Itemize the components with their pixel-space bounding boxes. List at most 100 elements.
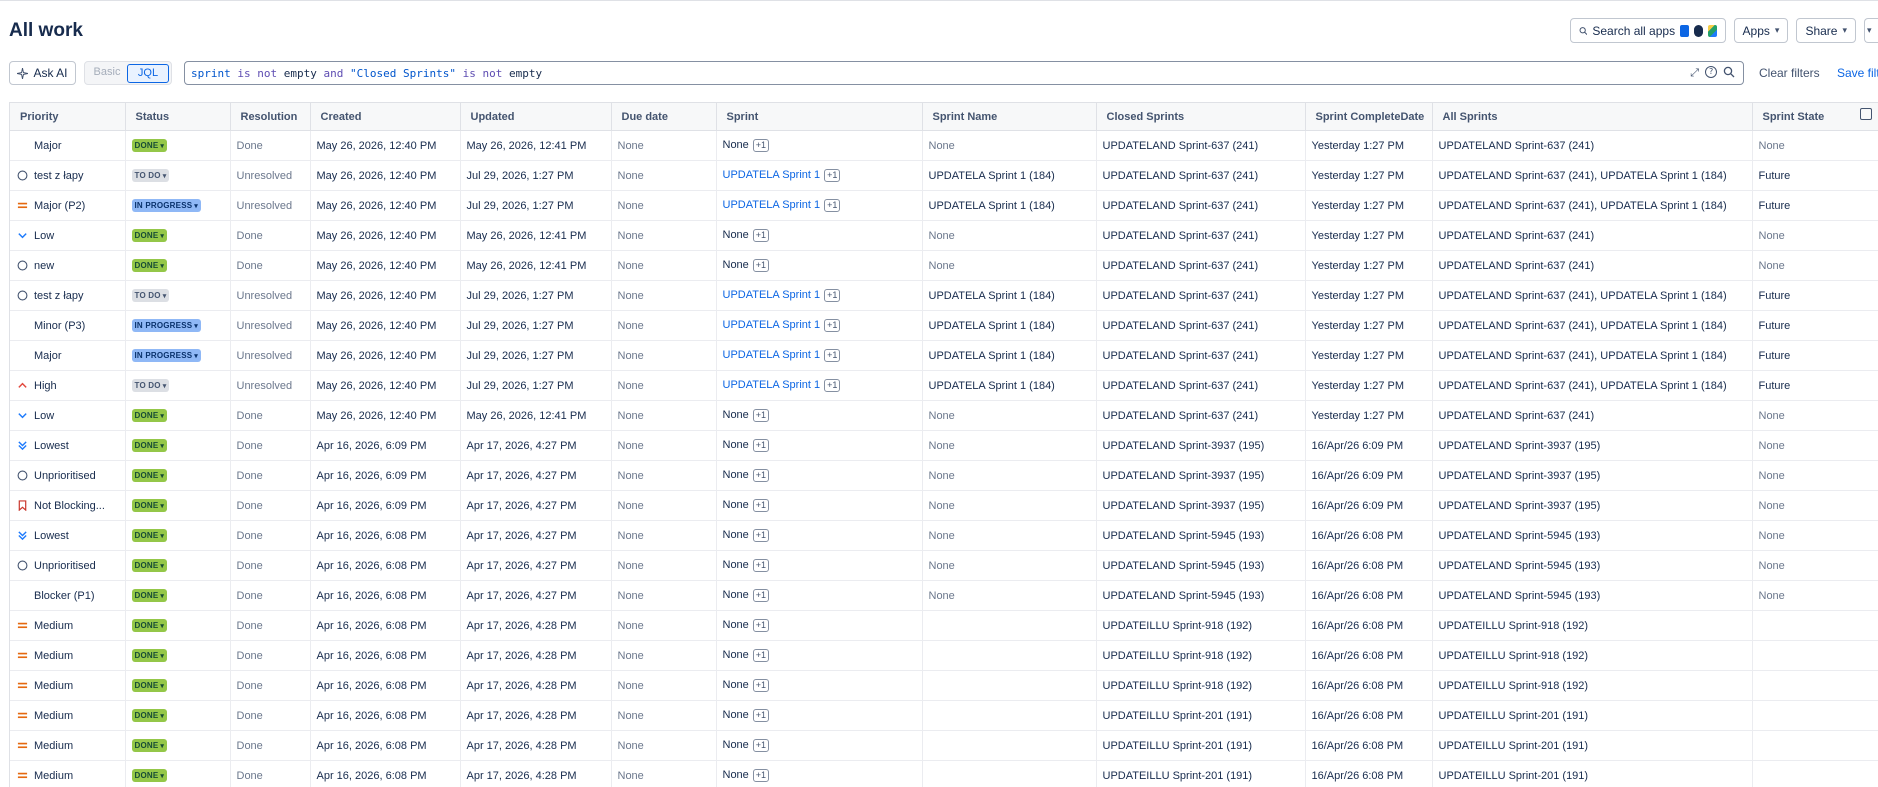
column-header[interactable]: Created: [310, 102, 461, 131]
sprint-more-badge[interactable]: +1: [752, 229, 770, 242]
table-row[interactable]: Not Blocking... DONE ▾ Done Apr 16, 2026, 6:…: [10, 490, 1878, 521]
sprint-more-badge[interactable]: +1: [752, 709, 770, 722]
status-lozenge[interactable]: IN PROGRESS ▾: [131, 199, 201, 212]
status-lozenge[interactable]: DONE ▾: [131, 469, 168, 482]
column-header[interactable]: Status: [125, 102, 231, 131]
search-icon[interactable]: [1723, 66, 1735, 78]
sprint-more-badge[interactable]: +1: [752, 139, 770, 152]
sprint-state-cell: Future: [1752, 370, 1878, 401]
sprint-value[interactable]: UPDATELA Sprint 1: [723, 169, 821, 181]
column-header[interactable]: Sprint CompleteDate: [1305, 102, 1433, 131]
table-row[interactable]: Low DONE ▾ Done May 26, 2026, 12:40 PM May 26…: [10, 220, 1878, 251]
sprint-more-badge[interactable]: +1: [752, 619, 770, 632]
status-lozenge[interactable]: TO DO ▾: [131, 289, 170, 302]
apps-button[interactable]: Apps ▾: [1733, 18, 1789, 43]
sprint-more-badge[interactable]: +1: [752, 259, 770, 272]
table-row[interactable]: Medium DONE ▾ Done Apr 16, 2026, 6:08 PM Apr …: [10, 670, 1878, 701]
status-lozenge[interactable]: DONE ▾: [131, 619, 168, 632]
sprint-more-badge[interactable]: +1: [752, 439, 770, 452]
status-lozenge[interactable]: DONE ▾: [131, 259, 168, 272]
sprint-value[interactable]: UPDATELA Sprint 1: [723, 379, 821, 391]
status-lozenge[interactable]: IN PROGRESS ▾: [131, 349, 201, 362]
table-row[interactable]: Medium DONE ▾ Done Apr 16, 2026, 6:08 PM Apr …: [10, 700, 1878, 731]
table-row[interactable]: Medium DONE ▾ Done Apr 16, 2026, 6:08 PM Apr …: [10, 730, 1878, 761]
sprint-more-badge[interactable]: +1: [752, 679, 770, 692]
basic-mode-tab[interactable]: Basic: [87, 64, 127, 83]
table-row[interactable]: Major IN PROGRESS ▾ Unresolved May 26, 2026,…: [10, 340, 1878, 371]
column-header[interactable]: Sprint: [716, 102, 923, 131]
sprint-more-badge[interactable]: +1: [752, 529, 770, 542]
status-lozenge[interactable]: DONE ▾: [131, 739, 168, 752]
status-lozenge[interactable]: DONE ▾: [131, 679, 168, 692]
sprint-value[interactable]: UPDATELA Sprint 1: [723, 319, 821, 331]
table-row[interactable]: Medium DONE ▾ Done Apr 16, 2026, 6:08 PM Apr …: [10, 610, 1878, 641]
status-lozenge[interactable]: DONE ▾: [131, 589, 168, 602]
table-row[interactable]: Blocker (P1) DONE ▾ Done Apr 16, 2026, 6:08 …: [10, 580, 1878, 611]
status-lozenge[interactable]: DONE ▾: [131, 409, 168, 422]
more-actions-button[interactable]: ▾: [1864, 18, 1878, 43]
table-row[interactable]: Lowest DONE ▾ Done Apr 16, 2026, 6:09 PM Apr …: [10, 430, 1878, 461]
share-button[interactable]: Share ▾: [1796, 18, 1856, 43]
help-icon[interactable]: ?: [1705, 66, 1717, 78]
search-all-apps-button[interactable]: Search all apps: [1569, 18, 1726, 43]
sprint-more-badge[interactable]: +1: [752, 649, 770, 662]
column-header[interactable]: Sprint Name: [922, 102, 1097, 131]
table-row[interactable]: Medium DONE ▾ Done Apr 16, 2026, 6:08 PM Apr …: [10, 640, 1878, 671]
sprint-more-badge[interactable]: +1: [752, 739, 770, 752]
column-header[interactable]: Priority: [10, 102, 126, 131]
sprint-more-badge[interactable]: +1: [752, 769, 770, 782]
sprint-more-badge[interactable]: +1: [824, 379, 841, 392]
status-lozenge[interactable]: DONE ▾: [131, 649, 168, 662]
sprint-more-badge[interactable]: +1: [824, 169, 841, 182]
table-row[interactable]: High TO DO ▾ Unresolved May 26, 2026, 12:40 …: [10, 370, 1878, 401]
sprint-more-badge[interactable]: +1: [824, 319, 841, 332]
table-row[interactable]: new DONE ▾ Done May 26, 2026, 12:40 PM May 26…: [10, 250, 1878, 281]
status-lozenge[interactable]: DONE ▾: [131, 529, 168, 542]
column-header[interactable]: Resolution: [230, 102, 311, 131]
sprint-value[interactable]: UPDATELA Sprint 1: [723, 289, 821, 301]
status-lozenge[interactable]: DONE ▾: [131, 229, 168, 242]
ask-ai-button[interactable]: Ask AI: [9, 61, 76, 85]
table-row[interactable]: Low DONE ▾ Done May 26, 2026, 12:40 PM May 26…: [10, 400, 1878, 431]
table-row[interactable]: test z łapy TO DO ▾ Unresolved May 26, 2026,…: [10, 160, 1878, 191]
column-header[interactable]: All Sprints: [1432, 102, 1753, 131]
expand-icon[interactable]: ⤢: [1690, 66, 1699, 80]
status-lozenge[interactable]: DONE ▾: [131, 139, 168, 152]
column-header[interactable]: Closed Sprints: [1096, 102, 1306, 131]
table-row[interactable]: Major DONE ▾ Done May 26, 2026, 12:40 PM May …: [10, 130, 1878, 161]
column-header[interactable]: Due date: [611, 102, 717, 131]
save-filter-button[interactable]: Save filter: [1837, 66, 1878, 80]
table-row[interactable]: Lowest DONE ▾ Done Apr 16, 2026, 6:08 PM Apr …: [10, 520, 1878, 551]
priority-cell: Not Blocking...: [10, 490, 126, 521]
status-lozenge[interactable]: TO DO ▾: [131, 169, 170, 182]
status-lozenge[interactable]: DONE ▾: [131, 439, 168, 452]
sprint-value[interactable]: UPDATELA Sprint 1: [723, 349, 821, 361]
column-header[interactable]: Updated: [460, 102, 612, 131]
status-lozenge[interactable]: IN PROGRESS ▾: [131, 319, 201, 332]
sprint-more-badge[interactable]: +1: [752, 559, 770, 572]
sprint-value[interactable]: UPDATELA Sprint 1: [723, 199, 821, 211]
sprint-more-badge[interactable]: +1: [752, 589, 770, 602]
sprint-more-badge[interactable]: +1: [824, 199, 841, 212]
sprint-more-badge[interactable]: +1: [824, 349, 841, 362]
status-lozenge[interactable]: DONE ▾: [131, 499, 168, 512]
status-lozenge[interactable]: DONE ▾: [131, 769, 168, 782]
table-row[interactable]: Major (P2) IN PROGRESS ▾ Unresolved May 26, …: [10, 190, 1878, 221]
status-lozenge[interactable]: DONE ▾: [131, 559, 168, 572]
jql-mode-tab[interactable]: JQL: [127, 63, 169, 83]
table-row[interactable]: Unprioritised DONE ▾ Done Apr 16, 2026, 6:09…: [10, 460, 1878, 491]
sprint-more-badge[interactable]: +1: [752, 499, 770, 512]
jql-query-input[interactable]: sprint is not empty and "Closed Sprints"…: [184, 61, 1744, 85]
table-row[interactable]: Medium DONE ▾ Done Apr 16, 2026, 6:08 PM Apr …: [10, 760, 1878, 787]
table-row[interactable]: Minor (P3) IN PROGRESS ▾ Unresolved May 26, …: [10, 310, 1878, 341]
clear-filters-button[interactable]: Clear filters: [1759, 66, 1820, 80]
table-row[interactable]: test z łapy TO DO ▾ Unresolved May 26, 2026,…: [10, 280, 1878, 311]
sprint-more-badge[interactable]: +1: [824, 289, 841, 302]
status-lozenge[interactable]: DONE ▾: [131, 709, 168, 722]
sprint-more-badge[interactable]: +1: [752, 469, 770, 482]
search-mode-toggle[interactable]: Basic JQL: [84, 61, 172, 85]
column-picker-icon[interactable]: [1860, 108, 1872, 120]
sprint-more-badge[interactable]: +1: [752, 409, 770, 422]
table-row[interactable]: Unprioritised DONE ▾ Done Apr 16, 2026, 6:08…: [10, 550, 1878, 581]
status-lozenge[interactable]: TO DO ▾: [131, 379, 170, 392]
